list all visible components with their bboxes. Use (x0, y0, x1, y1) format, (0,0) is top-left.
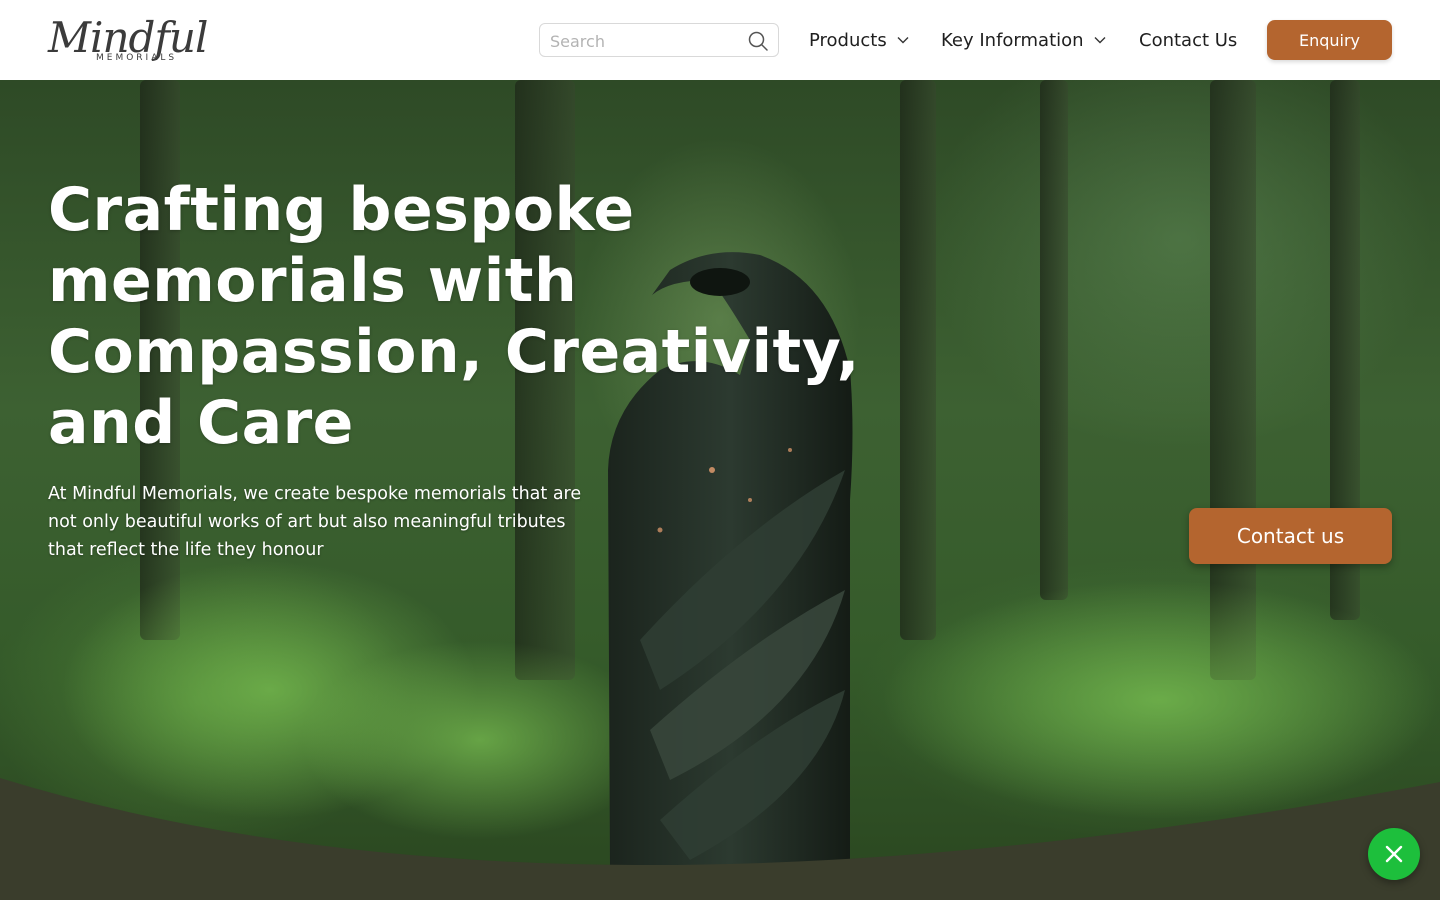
background-tree-trunk (1040, 80, 1068, 600)
nav-key-information[interactable]: Key Information (941, 28, 1107, 52)
chevron-down-icon (897, 37, 909, 44)
nav-products[interactable]: Products (809, 28, 910, 52)
hero-heading: Crafting bespoke memorials with Compassi… (48, 175, 860, 458)
close-chat-button[interactable] (1368, 828, 1420, 880)
logo-subtitle: MEMORIALS (96, 53, 178, 63)
enquiry-button[interactable]: Enquiry (1267, 20, 1392, 60)
site-header: Mindful MEMORIALS Products Key Informati… (0, 0, 1440, 80)
background-tree-trunk (900, 80, 936, 640)
nav-products-label: Products (809, 29, 887, 51)
close-icon (1385, 845, 1403, 863)
nav-contact-us[interactable]: Contact Us (1139, 28, 1237, 52)
chevron-down-icon (1094, 37, 1106, 44)
section-wave-divider (0, 778, 1440, 900)
hero-description: At Mindful Memorials, we create bespoke … (48, 484, 582, 560)
brand-logo[interactable]: Mindful MEMORIALS (48, 12, 210, 68)
contact-us-button[interactable]: Contact us (1189, 508, 1392, 564)
hero-section: Crafting bespoke memorials with Compassi… (0, 80, 1440, 900)
search-box (539, 23, 779, 57)
search-icon[interactable] (747, 30, 769, 52)
search-input[interactable] (550, 30, 746, 52)
nav-key-information-label: Key Information (941, 29, 1084, 51)
nav-contact-us-label: Contact Us (1139, 29, 1238, 51)
